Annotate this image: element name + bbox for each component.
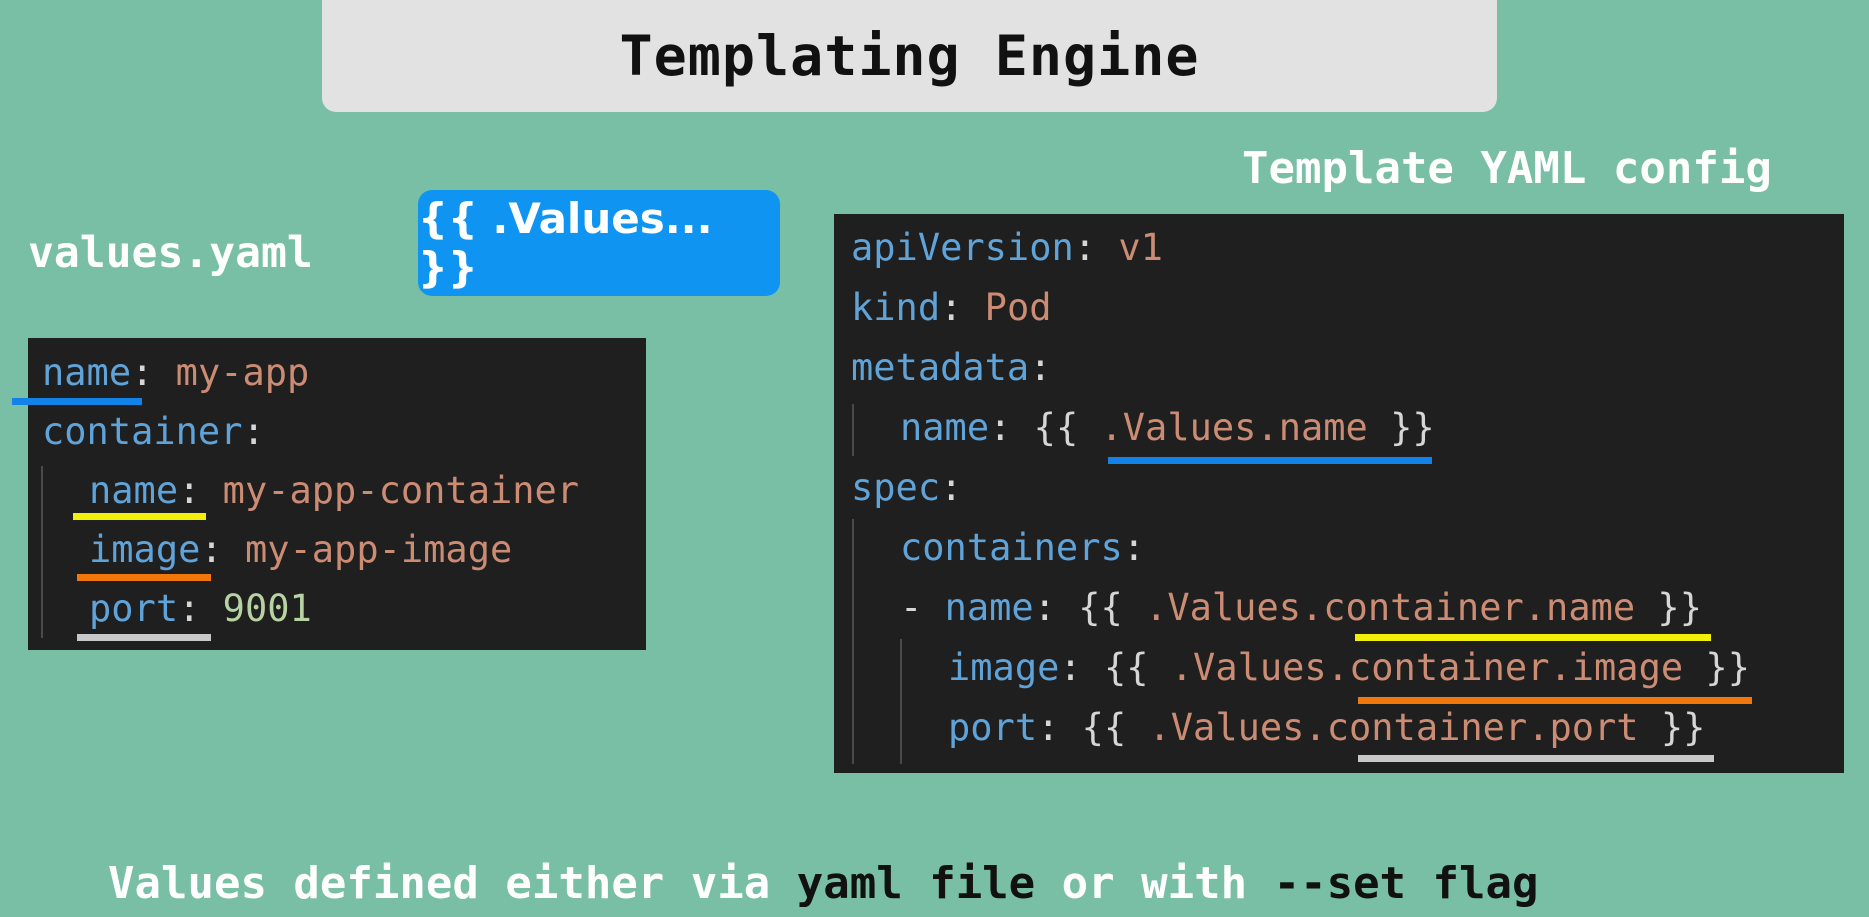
yaml-key: port — [89, 587, 179, 630]
yaml-key: kind — [851, 286, 941, 329]
template-config-label: Template YAML config — [1242, 143, 1772, 194]
yaml-separator: : — [989, 406, 1034, 449]
yaml-value: my-app-image — [244, 528, 513, 571]
indent-guide — [852, 404, 854, 456]
yaml-key: image — [89, 528, 201, 571]
values-line-container-image: image: my-app-image — [89, 531, 512, 568]
template-close-braces: }} — [1635, 586, 1702, 629]
yaml-key: containers — [900, 526, 1123, 569]
values-reference-badge: {{ .Values... }} — [418, 190, 780, 296]
yaml-list-dash: - — [900, 586, 945, 629]
yaml-key: image — [948, 646, 1060, 689]
template-close-braces: }} — [1638, 706, 1706, 749]
yaml-key: apiVersion — [851, 226, 1074, 269]
template-reference-prefix: .Values. — [1145, 586, 1324, 629]
yaml-separator: : — [200, 528, 245, 571]
container-port-reference-highlight — [1358, 755, 1714, 762]
yaml-value: my-app-container — [222, 469, 580, 512]
template-line-spec: spec: — [851, 469, 962, 506]
yaml-separator: : — [1037, 706, 1082, 749]
footer-yaml-file: yaml file — [796, 858, 1036, 909]
yaml-key: name — [900, 406, 990, 449]
template-open-braces: {{ — [1033, 406, 1101, 449]
container-image-reference-highlight — [1358, 697, 1752, 704]
template-line-container-port: port: {{ .Values.container.port }} — [948, 709, 1705, 746]
template-line-metadata-name: name: {{ .Values.name }} — [900, 409, 1435, 446]
footer-caption: Values defined either via yaml file or w… — [108, 858, 1539, 909]
template-line-apiversion: apiVersion: v1 — [851, 229, 1163, 266]
yaml-separator: : — [1033, 586, 1079, 629]
template-close-braces: }} — [1367, 406, 1435, 449]
values-file-label: values.yaml — [28, 228, 313, 278]
values-name-reference-highlight — [1108, 457, 1432, 464]
yaml-value: my-app — [175, 351, 310, 394]
yaml-value: Pod — [984, 286, 1052, 329]
title-banner: Templating Engine — [322, 0, 1497, 112]
yaml-separator: : — [131, 351, 176, 394]
footer-set-flag: --set flag — [1273, 858, 1539, 909]
template-open-braces: {{ — [1078, 586, 1146, 629]
template-line-containers: containers: — [900, 529, 1145, 566]
indent-guide — [41, 466, 43, 638]
template-line-kind: kind: Pod — [851, 289, 1052, 326]
values-line-name: name: my-app — [42, 354, 309, 391]
yaml-separator: : — [1073, 226, 1119, 269]
container-port-key-highlight — [77, 634, 211, 641]
template-reference: .Values.name — [1100, 406, 1368, 449]
footer-text-part: Values defined either via — [108, 858, 797, 909]
container-name-reference-highlight — [1355, 634, 1711, 641]
page-title: Templating Engine — [619, 24, 1200, 88]
name-key-highlight — [12, 398, 142, 405]
template-close-braces: }} — [1683, 646, 1750, 689]
yaml-key: spec — [851, 466, 941, 509]
template-line-container-name: - name: {{ .Values.container.name }} — [900, 589, 1702, 626]
yaml-separator: : — [940, 286, 985, 329]
template-reference: container.port — [1326, 706, 1639, 749]
template-line-container-image: image: {{ .Values.container.image }} — [948, 649, 1750, 686]
template-reference-prefix: .Values. — [1170, 646, 1349, 689]
yaml-key: name — [944, 586, 1034, 629]
yaml-separator: : — [178, 469, 223, 512]
yaml-separator: : — [1059, 646, 1104, 689]
template-reference: container.name — [1323, 586, 1636, 629]
container-name-key-highlight — [73, 513, 206, 520]
yaml-separator: : — [1029, 346, 1052, 389]
indent-guide — [900, 639, 902, 764]
yaml-value: v1 — [1118, 226, 1163, 269]
values-yaml-code-panel: name: my-app container: name: my-app-con… — [28, 338, 646, 650]
template-reference-prefix: .Values. — [1148, 706, 1327, 749]
yaml-separator: : — [178, 587, 223, 630]
footer-text-part: or with — [1035, 858, 1274, 909]
yaml-key: container — [42, 410, 243, 453]
yaml-key: name — [42, 351, 132, 394]
values-line-container-name: name: my-app-container — [89, 472, 579, 509]
template-reference: container.image — [1349, 646, 1684, 689]
yaml-separator: : — [242, 410, 265, 453]
yaml-value: 9001 — [222, 587, 312, 630]
yaml-separator: : — [1122, 526, 1146, 569]
yaml-separator: : — [940, 466, 963, 509]
indent-guide — [852, 519, 854, 764]
template-yaml-code-panel: apiVersion: v1 kind: Pod metadata: name:… — [834, 214, 1844, 773]
values-reference-text: {{ .Values... }} — [418, 194, 713, 292]
yaml-key: port — [948, 706, 1038, 749]
yaml-key: name — [89, 469, 179, 512]
values-line-container-port: port: 9001 — [89, 590, 312, 627]
container-image-key-highlight — [77, 574, 211, 581]
template-line-metadata: metadata: — [851, 349, 1052, 386]
values-line-container: container: — [42, 413, 265, 450]
template-open-braces: {{ — [1081, 706, 1149, 749]
template-open-braces: {{ — [1103, 646, 1171, 689]
yaml-key: metadata — [851, 346, 1030, 389]
